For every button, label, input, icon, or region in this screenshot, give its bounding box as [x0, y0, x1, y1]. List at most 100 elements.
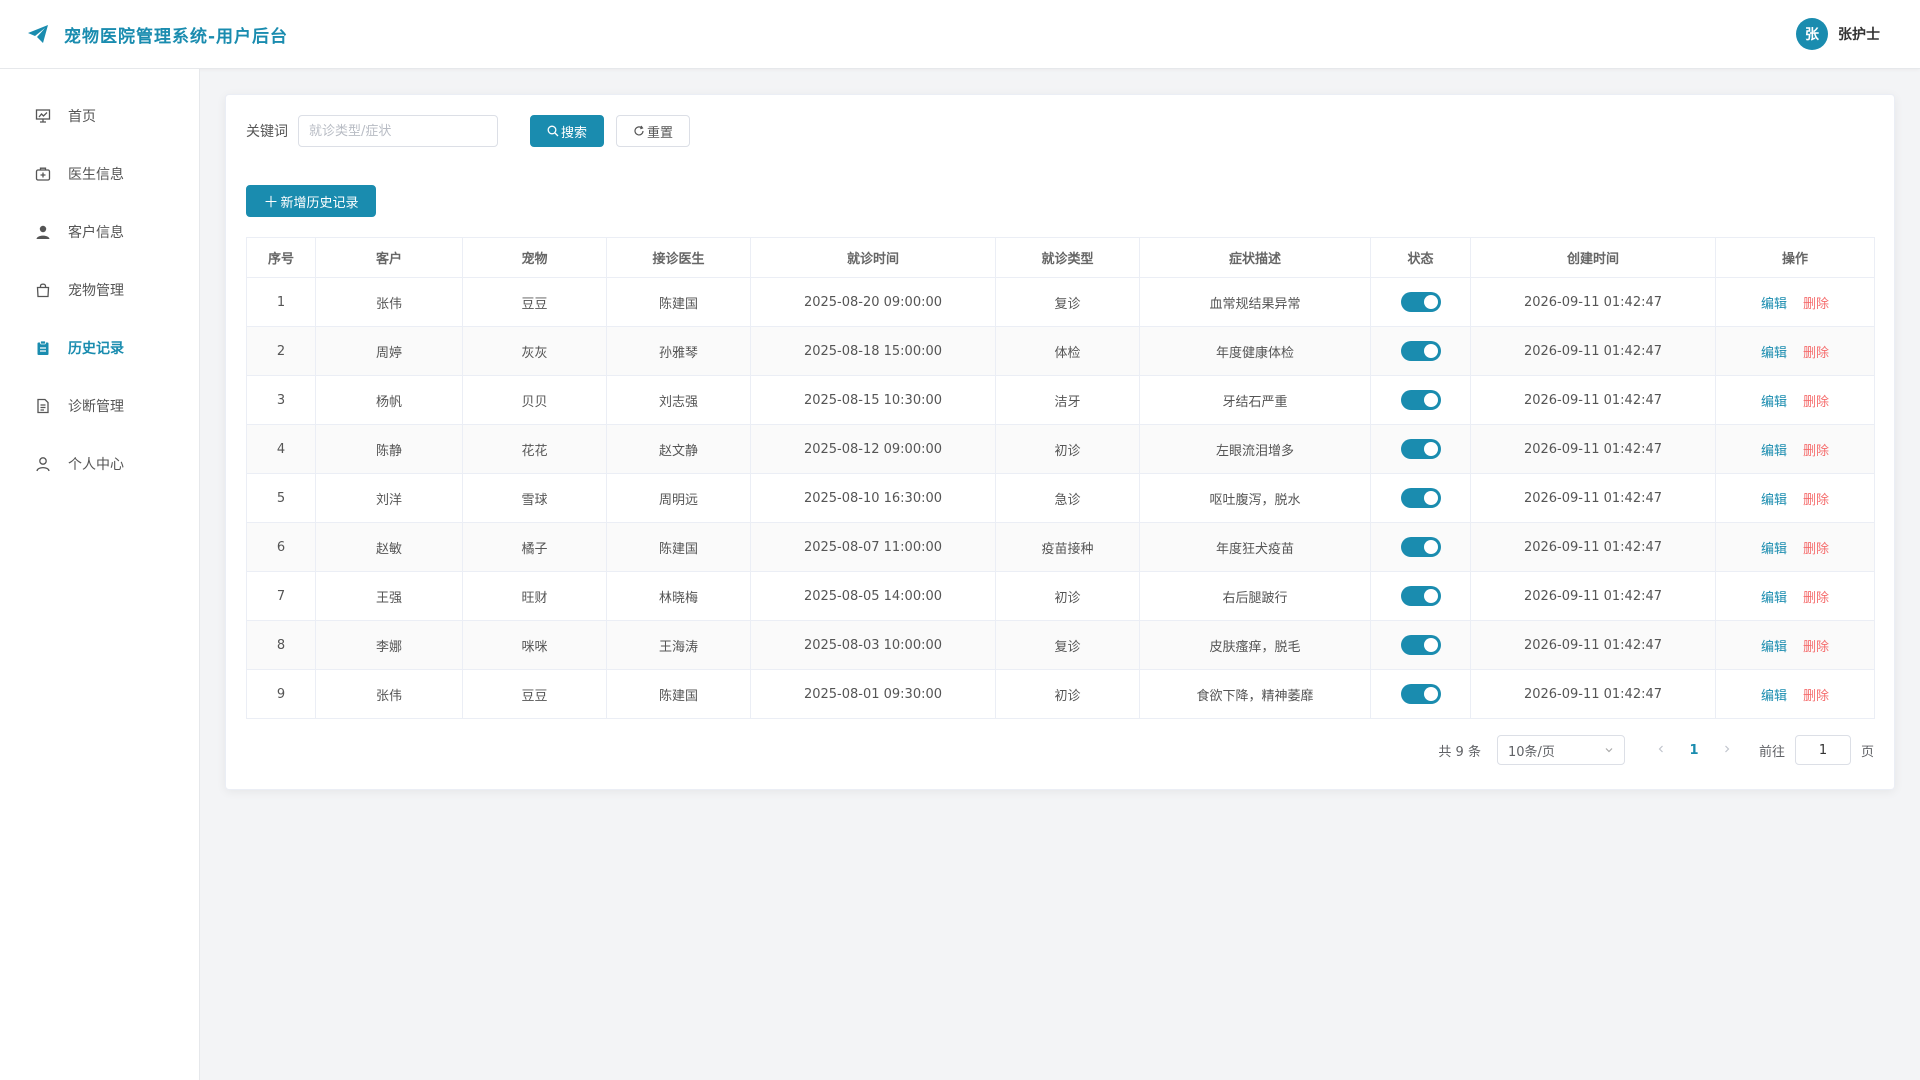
page-number-button[interactable]: 1 — [1679, 743, 1709, 758]
goto-page-input[interactable] — [1794, 735, 1851, 765]
status-toggle[interactable] — [1400, 390, 1441, 410]
status-toggle[interactable] — [1400, 292, 1441, 312]
cell-pet: 贝贝 — [462, 375, 607, 425]
status-toggle[interactable] — [1400, 488, 1441, 508]
edit-link[interactable]: 编辑 — [1761, 542, 1787, 557]
add-history-label: 新增历史记录 — [280, 195, 359, 211]
table-row: 7 王强 旺财 林晓梅 2025-08-05 14:00:00 初诊 右后腿跛行 2026-0… — [246, 571, 1875, 621]
edit-link[interactable]: 编辑 — [1761, 493, 1787, 508]
delete-link[interactable]: 删除 — [1803, 395, 1829, 410]
cell-status — [1370, 277, 1471, 327]
status-toggle[interactable] — [1400, 586, 1441, 606]
search-button-label: 搜索 — [560, 125, 587, 141]
edit-link[interactable]: 编辑 — [1761, 591, 1787, 606]
column-header: 客户 — [315, 237, 463, 278]
sidebar-item-history[interactable]: 历史记录 — [0, 319, 199, 377]
cell-doctor: 陈建国 — [606, 522, 751, 572]
edit-link[interactable]: 编辑 — [1761, 689, 1787, 704]
cell-type: 初诊 — [995, 424, 1140, 474]
edit-link[interactable]: 编辑 — [1761, 444, 1787, 459]
edit-link[interactable]: 编辑 — [1761, 395, 1787, 410]
top-header: 宠物医院管理系统-用户后台 张 张护士 — [0, 0, 1920, 69]
status-toggle[interactable] — [1400, 537, 1441, 557]
edit-link[interactable]: 编辑 — [1761, 640, 1787, 655]
cell-visit-time: 2025-08-05 14:00:00 — [750, 571, 996, 621]
search-icon — [547, 125, 559, 137]
delete-link[interactable]: 删除 — [1803, 297, 1829, 312]
delete-link[interactable]: 删除 — [1803, 493, 1829, 508]
cell-symptom: 右后腿跛行 — [1139, 571, 1371, 621]
sidebar-item-pets[interactable]: 宠物管理 — [0, 261, 199, 319]
sidebar-item-customers[interactable]: 客户信息 — [0, 203, 199, 261]
status-toggle[interactable] — [1400, 341, 1441, 361]
avatar[interactable]: 张 — [1796, 18, 1828, 50]
user-name[interactable]: 张护士 — [1838, 24, 1880, 44]
sidebar-item-diagnosis[interactable]: 诊断管理 — [0, 377, 199, 435]
delete-link[interactable]: 删除 — [1803, 689, 1829, 704]
cell-customer: 李娜 — [315, 620, 463, 670]
refresh-icon — [634, 125, 644, 136]
cell-status — [1370, 571, 1471, 621]
cell-visit-time: 2025-08-03 10:00:00 — [750, 620, 996, 670]
cell-created: 2026-09-11 01:42:47 — [1470, 326, 1716, 376]
search-bar: 关键词 搜索 重置 — [246, 115, 690, 147]
next-page-button[interactable] — [1715, 743, 1739, 758]
sidebar-item-label: 客户信息 — [68, 225, 124, 241]
column-header: 症状描述 — [1139, 237, 1371, 278]
cell-type: 急诊 — [995, 473, 1140, 523]
sidebar-item-label: 历史记录 — [68, 341, 124, 357]
delete-link[interactable]: 删除 — [1803, 640, 1829, 655]
cell-status — [1370, 375, 1471, 425]
cell-symptom: 皮肤瘙痒，脱毛 — [1139, 620, 1371, 670]
search-button[interactable]: 搜索 — [530, 115, 604, 147]
cell-actions: 编辑 删除 — [1715, 375, 1875, 425]
cell-pet: 灰灰 — [462, 326, 607, 376]
cell-type: 疫苗接种 — [995, 522, 1140, 572]
table-row: 4 陈静 花花 赵文静 2025-08-12 09:00:00 初诊 左眼流泪增多 2026-… — [246, 424, 1875, 474]
cell-visit-time: 2025-08-15 10:30:00 — [750, 375, 996, 425]
cell-no: 8 — [246, 620, 316, 670]
status-toggle[interactable] — [1400, 439, 1441, 459]
table-row: 3 杨帆 贝贝 刘志强 2025-08-15 10:30:00 洁牙 牙结石严重 2026-0… — [246, 375, 1875, 425]
cell-type: 洁牙 — [995, 375, 1140, 425]
table-row: 2 周婷 灰灰 孙雅琴 2025-08-18 15:00:00 体检 年度健康体检 2026-… — [246, 326, 1875, 376]
cell-pet: 旺财 — [462, 571, 607, 621]
history-table: 序号 客户 宠物 接诊医生 就诊时间 就诊类型 症状描述 状态 创建时间 操作 … — [246, 237, 1875, 719]
cell-no: 7 — [246, 571, 316, 621]
cell-visit-time: 2025-08-07 11:00:00 — [750, 522, 996, 572]
column-header: 状态 — [1370, 237, 1471, 278]
table-header-row: 序号 客户 宠物 接诊医生 就诊时间 就诊类型 症状描述 状态 创建时间 操作 — [246, 237, 1875, 278]
pagination: 共 9 条 10条/页 1 前往 页 — [1438, 735, 1874, 765]
person-outline-icon — [34, 455, 52, 473]
cell-customer: 张伟 — [315, 669, 463, 719]
sidebar-item-profile[interactable]: 个人中心 — [0, 435, 199, 493]
sidebar-item-doctors[interactable]: 医生信息 — [0, 145, 199, 203]
status-toggle[interactable] — [1400, 684, 1441, 704]
table-row: 8 李娜 咪咪 王海涛 2025-08-03 10:00:00 复诊 皮肤瘙痒，脱毛 2026… — [246, 620, 1875, 670]
edit-link[interactable]: 编辑 — [1761, 297, 1787, 312]
cell-type: 体检 — [995, 326, 1140, 376]
sidebar-item-home[interactable]: 首页 — [0, 87, 199, 145]
main-card: 关键词 搜索 重置 ＋ 新增历史记录 序号 客户 宠物 — [225, 94, 1895, 790]
column-header: 序号 — [246, 237, 316, 278]
cell-actions: 编辑 删除 — [1715, 473, 1875, 523]
prev-page-button[interactable] — [1649, 743, 1673, 758]
cell-doctor: 刘志强 — [606, 375, 751, 425]
status-toggle[interactable] — [1400, 635, 1441, 655]
delete-link[interactable]: 删除 — [1803, 346, 1829, 361]
add-history-button[interactable]: ＋ 新增历史记录 — [246, 185, 376, 217]
cell-type: 复诊 — [995, 277, 1140, 327]
sidebar-item-label: 诊断管理 — [68, 399, 124, 415]
table-row: 5 刘洋 雪球 周明远 2025-08-10 16:30:00 急诊 呕吐腹泻，脱水 2026… — [246, 473, 1875, 523]
user-menu[interactable]: 张 张护士 — [1796, 18, 1880, 50]
page-size-select[interactable]: 10条/页 — [1496, 735, 1625, 765]
delete-link[interactable]: 删除 — [1803, 444, 1829, 459]
keyword-input[interactable] — [298, 115, 498, 147]
edit-link[interactable]: 编辑 — [1761, 346, 1787, 361]
cell-pet: 豆豆 — [462, 277, 607, 327]
delete-link[interactable]: 删除 — [1803, 542, 1829, 557]
reset-button[interactable]: 重置 — [616, 115, 690, 147]
cell-created: 2026-09-11 01:42:47 — [1470, 375, 1716, 425]
cell-doctor: 孙雅琴 — [606, 326, 751, 376]
delete-link[interactable]: 删除 — [1803, 591, 1829, 606]
